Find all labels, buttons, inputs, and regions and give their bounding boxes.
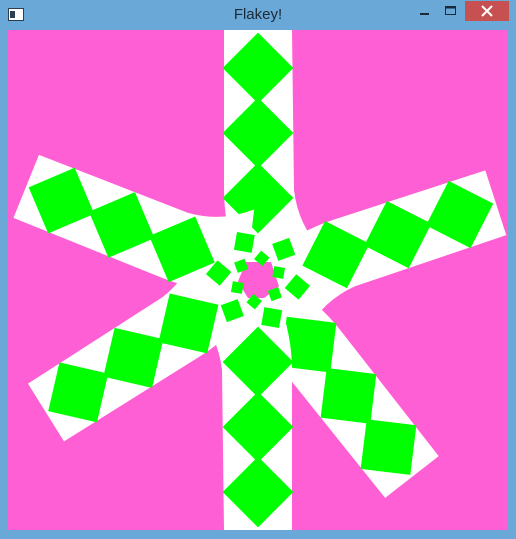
flake-drawing xyxy=(8,30,508,530)
minimize-button[interactable] xyxy=(411,1,437,21)
close-button[interactable] xyxy=(465,1,509,21)
app-window: Flakey! xyxy=(0,0,516,539)
hub-diamond xyxy=(261,307,283,329)
flake-canvas xyxy=(8,30,508,530)
close-icon xyxy=(481,5,493,17)
arm-diamond xyxy=(360,419,417,475)
center-dot xyxy=(251,273,265,287)
maximize-button[interactable] xyxy=(437,1,464,21)
maximize-icon xyxy=(445,6,456,15)
window-app-icon[interactable] xyxy=(8,8,24,21)
hub-diamond xyxy=(233,231,255,253)
title-bar[interactable]: Flakey! xyxy=(0,0,516,30)
hub-diamond xyxy=(272,266,286,279)
arm-diamond xyxy=(320,367,377,424)
minimize-icon xyxy=(420,13,429,15)
hub-diamond xyxy=(230,281,244,294)
